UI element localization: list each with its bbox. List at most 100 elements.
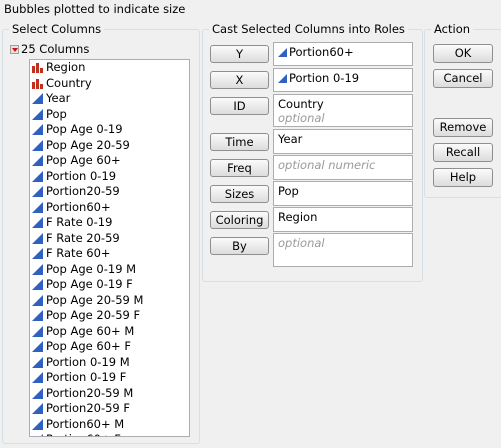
role-id-button[interactable]: ID <box>210 97 269 115</box>
role-x-value: Portion 0-19 <box>289 71 360 85</box>
continuous-icon <box>32 387 43 399</box>
column-label: Pop Age 60+ F <box>46 339 131 353</box>
role-freq-button[interactable]: Freq <box>210 159 269 177</box>
column-list-item[interactable]: Pop Age 0-19 M <box>30 262 189 278</box>
help-button[interactable]: Help <box>433 168 493 187</box>
column-label: Year <box>46 91 71 105</box>
continuous-icon <box>32 93 43 105</box>
continuous-icon <box>32 325 43 337</box>
role-y-value: Portion60+ <box>289 45 354 59</box>
role-y-button[interactable]: Y <box>210 45 269 63</box>
continuous-icon <box>32 139 43 151</box>
column-label: Pop Age 0-19 <box>46 122 123 136</box>
role-freq-placeholder: optional numeric <box>278 158 376 172</box>
column-list-item[interactable]: Country <box>30 76 189 92</box>
column-list-item[interactable]: Pop Age 60+ <box>30 153 189 169</box>
role-coloring-button[interactable]: Coloring <box>210 211 269 229</box>
nominal-icon <box>32 78 43 89</box>
column-label: Portion 0-19 M <box>46 354 130 369</box>
role-sizes-button[interactable]: Sizes <box>210 185 269 203</box>
role-x-button[interactable]: X <box>210 71 269 89</box>
continuous-icon <box>32 124 43 136</box>
column-label: Pop Age 0-19 F <box>46 277 133 291</box>
continuous-icon <box>41 434 43 436</box>
column-list-item[interactable]: Portion60+ <box>30 200 189 216</box>
role-time-button[interactable]: Time <box>210 133 269 151</box>
column-label: Portion60+ M <box>46 416 125 431</box>
column-list-item[interactable]: Year <box>30 91 189 107</box>
role-by-field[interactable]: optional <box>273 233 413 267</box>
role-coloring-field[interactable]: Region <box>273 207 413 232</box>
role-freq-field[interactable]: optional numeric <box>273 155 413 180</box>
role-by-button[interactable]: By <box>210 237 269 255</box>
role-sizes-value: Pop <box>278 184 299 198</box>
column-list[interactable]: Region Country Year Pop Pop Age 0-19 Pop Age … <box>29 59 190 437</box>
continuous-icon <box>32 341 43 353</box>
column-label: Pop Age 20-59 <box>46 137 130 152</box>
column-list-item[interactable]: Pop Age 0-19 F <box>30 277 189 293</box>
role-id-field[interactable]: Country optional <box>273 94 413 127</box>
column-list-item[interactable]: Pop Age 20-59 M <box>30 293 189 309</box>
role-id-value: Country <box>278 97 324 111</box>
column-list-item[interactable]: Pop Age 20-59 <box>30 138 189 154</box>
continuous-icon <box>32 232 43 244</box>
column-list-item[interactable]: Portion 0-19 M <box>30 355 189 371</box>
recall-button[interactable]: Recall <box>433 143 493 162</box>
column-label: Pop Age 60+ <box>46 153 121 167</box>
continuous-icon <box>32 170 43 182</box>
continuous-icon <box>278 48 287 57</box>
cancel-button[interactable]: Cancel <box>433 69 493 88</box>
column-label: Pop <box>46 106 67 121</box>
columns-header: 25 Columns <box>10 42 89 56</box>
continuous-icon <box>32 294 43 306</box>
ok-button[interactable]: OK <box>433 44 493 63</box>
column-label: Portion20-59 M <box>46 385 134 400</box>
column-label: F Rate 60+ <box>46 246 111 260</box>
column-label: Portion60+ F <box>46 432 121 436</box>
column-label: F Rate 0-19 <box>46 215 113 229</box>
role-by-placeholder: optional <box>278 236 325 250</box>
nominal-icon <box>32 63 43 74</box>
continuous-icon <box>278 74 287 83</box>
column-list-item[interactable]: Pop <box>30 107 189 123</box>
role-x-field[interactable]: Portion 0-19 <box>273 68 413 92</box>
column-list-item[interactable]: F Rate 60+ <box>30 246 189 262</box>
column-label: Pop Age 0-19 M <box>46 261 137 276</box>
column-list-item[interactable]: Portion20-59 <box>30 184 189 200</box>
dialog-title: Bubbles plotted to indicate size <box>4 2 186 16</box>
continuous-icon <box>32 418 43 430</box>
column-list-item[interactable]: Portion20-59 M <box>30 386 189 402</box>
column-list-item[interactable]: Pop Age 20-59 F <box>30 308 189 324</box>
column-label: Country <box>46 75 92 90</box>
column-label: Portion20-59 <box>46 184 120 198</box>
role-sizes-field[interactable]: Pop <box>273 181 413 206</box>
column-list-item[interactable]: Region <box>30 60 189 76</box>
column-label: Portion 0-19 F <box>46 370 127 384</box>
column-list-item[interactable]: Pop Age 60+ F <box>30 339 189 355</box>
column-list-item[interactable]: F Rate 20-59 <box>30 231 189 247</box>
column-label: Region <box>46 60 86 74</box>
collapse-toggle-icon[interactable] <box>10 44 19 54</box>
remove-button[interactable]: Remove <box>433 118 493 137</box>
continuous-icon <box>32 217 43 229</box>
column-label: Pop Age 20-59 M <box>46 292 144 307</box>
column-list-item[interactable]: Pop Age 60+ M <box>30 324 189 340</box>
column-list-item[interactable]: Portion 0-19 F <box>30 370 189 386</box>
role-y-field[interactable]: Portion60+ <box>273 42 413 66</box>
role-time-field[interactable]: Year <box>273 129 413 154</box>
column-list-item[interactable]: Pop Age 0-19 <box>30 122 189 138</box>
column-list-item[interactable]: Portion60+ F <box>30 432 189 436</box>
column-count-label: 25 Columns <box>21 42 90 56</box>
column-list-item[interactable]: Portion20-59 F <box>30 401 189 417</box>
role-coloring-value: Region <box>278 210 318 224</box>
select-columns-legend: Select Columns <box>12 22 102 36</box>
continuous-icon <box>32 356 43 368</box>
continuous-icon <box>32 279 43 291</box>
column-list-item[interactable]: Portion 0-19 <box>30 169 189 185</box>
column-list-item[interactable]: Portion60+ M <box>30 417 189 433</box>
continuous-icon <box>32 403 43 415</box>
role-id-placeholder: optional <box>278 111 325 125</box>
column-list-item[interactable]: F Rate 0-19 <box>30 215 189 231</box>
action-legend: Action <box>434 22 471 36</box>
continuous-icon <box>32 155 43 167</box>
